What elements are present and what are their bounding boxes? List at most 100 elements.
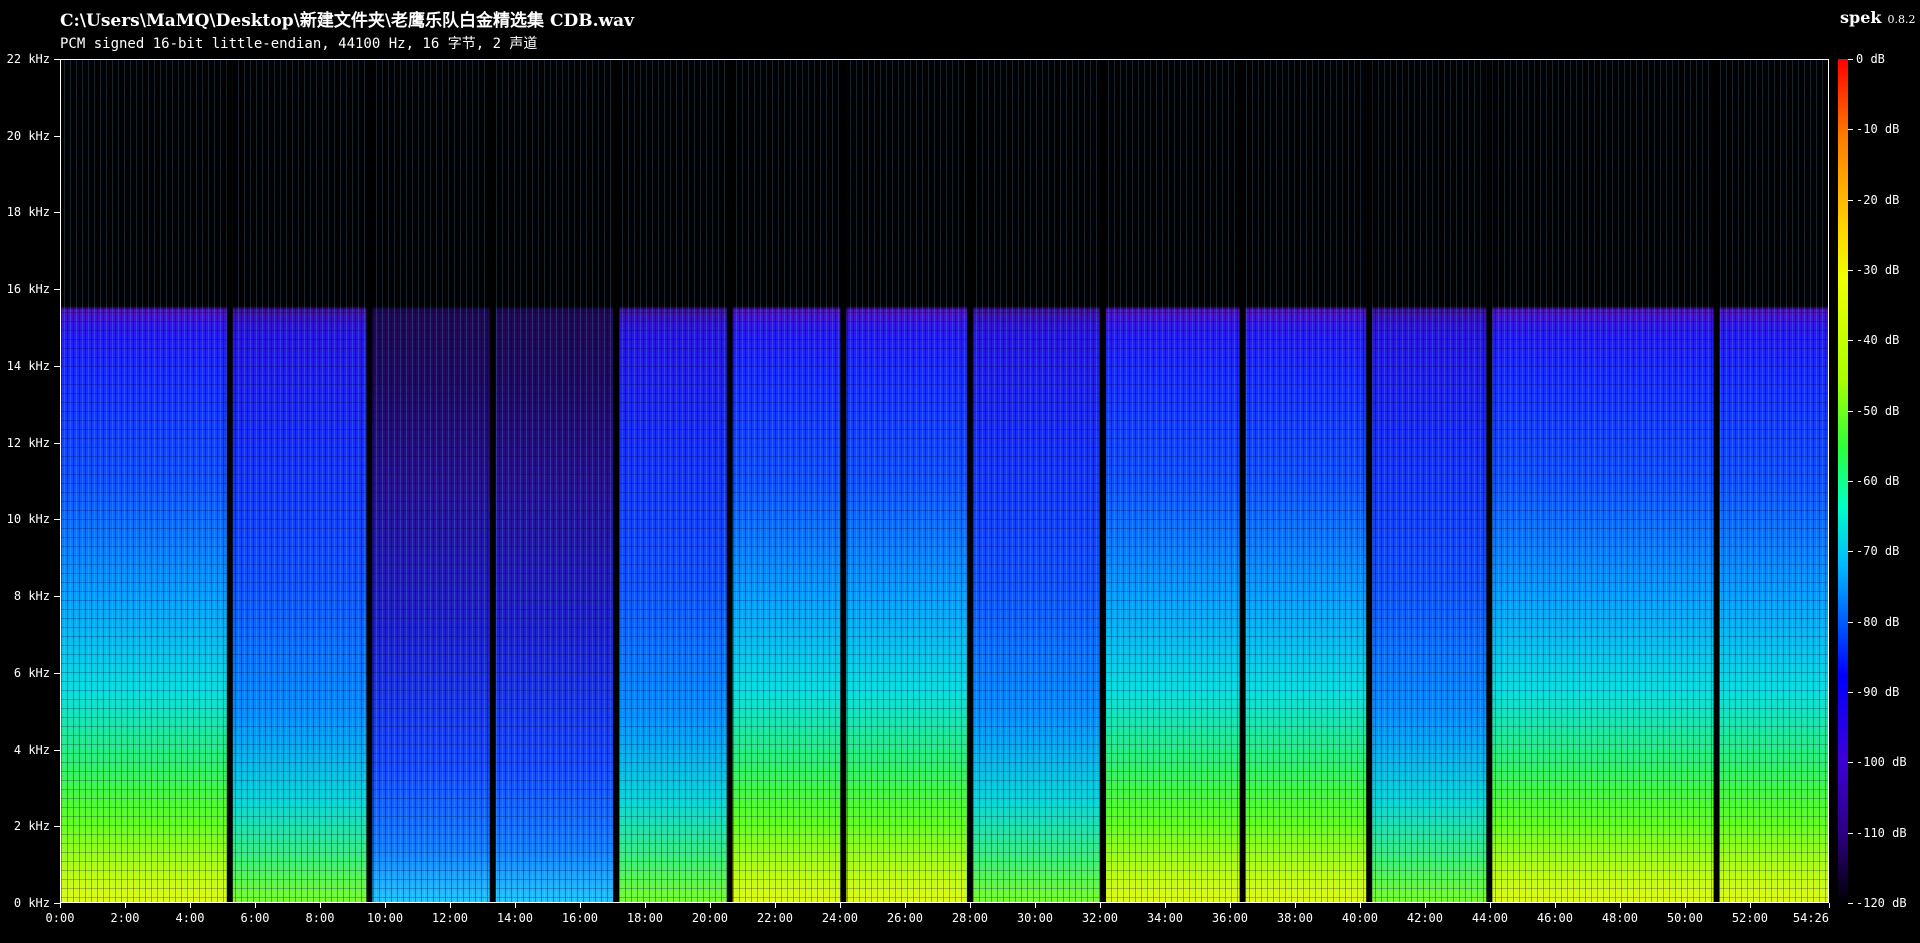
app-name-label: spek 0.8.2 (1840, 8, 1920, 27)
time-tick-label: 2:00 (110, 911, 140, 925)
time-tick-label: 34:00 (1146, 911, 1184, 925)
time-tick-label: 32:00 (1081, 911, 1119, 925)
spectrogram-texture (61, 60, 230, 902)
spectrogram-texture (843, 60, 970, 902)
spectrogram-texture (229, 60, 370, 902)
spectrogram-texture (1242, 60, 1370, 902)
track-gap-line (366, 60, 373, 902)
db-tick-mark (1848, 551, 1853, 552)
time-tick-mark (645, 903, 646, 908)
time-tick-label: 40:00 (1341, 911, 1378, 925)
spectrogram-texture (369, 60, 493, 902)
app-version: 0.8.2 (1887, 13, 1916, 26)
db-tick-mark (1848, 833, 1853, 834)
time-tick-label: 44:00 (1471, 911, 1508, 925)
time-tick-label: 38:00 (1276, 911, 1313, 925)
track-gap-line (1100, 60, 1107, 902)
time-tick-mark (1685, 903, 1686, 908)
db-tick-label: -110 dB (1856, 825, 1907, 840)
track-gap-line (1366, 60, 1373, 902)
db-tick-label: -80 dB (1856, 614, 1900, 629)
time-tick-mark (1360, 903, 1361, 908)
track-gap-line (226, 60, 233, 902)
track-gap-line (1486, 60, 1493, 902)
db-tick-mark (1848, 129, 1853, 130)
freq-tick-label: 20 kHz (6, 128, 50, 143)
time-tick-mark (60, 903, 61, 908)
audio-format-info: PCM signed 16-bit little-endian, 44100 H… (60, 36, 538, 52)
time-tick-mark (515, 903, 516, 908)
freq-tick-label: 4 kHz (13, 742, 50, 757)
track-gap-line (726, 60, 733, 902)
db-tick-mark (1848, 340, 1853, 341)
track-gap-line (1713, 60, 1720, 902)
spectrogram-plot[interactable] (60, 59, 1829, 903)
freq-tick-label: 14 kHz (6, 358, 50, 373)
time-tick-label: 18:00 (626, 911, 664, 925)
db-tick-label: -120 dB (1856, 896, 1907, 910)
time-tick-mark (320, 903, 321, 908)
spectrogram-texture (1369, 60, 1490, 902)
time-tick-label: 6:00 (240, 911, 270, 925)
db-tick-label: -20 dB (1856, 192, 1900, 207)
time-tick-mark (580, 903, 581, 908)
file-path-title: C:\Users\MaMQ\Desktop\新建文件夹\老鹰乐队白金精选集 CD… (60, 11, 635, 31)
db-tick-label: -10 dB (1856, 122, 1900, 137)
time-tick-label: 22:00 (756, 911, 794, 925)
time-tick-label: 30:00 (1016, 911, 1054, 925)
time-tick-mark (710, 903, 711, 908)
spectrogram-texture (1716, 60, 1828, 902)
time-tick-mark (125, 903, 126, 908)
time-tick-mark (1750, 903, 1751, 908)
time-tick-label: 12:00 (431, 911, 469, 925)
time-tick-label: 14:00 (496, 911, 534, 925)
freq-tick-label: 16 kHz (6, 282, 50, 297)
db-tick-mark (1848, 762, 1853, 763)
time-tick-mark (1035, 903, 1036, 908)
time-tick-mark (450, 903, 451, 908)
time-tick-label: 10:00 (366, 911, 404, 925)
db-tick-label: -60 dB (1856, 474, 1900, 488)
time-tick-mark (255, 903, 256, 908)
time-tick-label: 0:00 (45, 911, 75, 925)
time-tick-mark (905, 903, 906, 908)
freq-tick-label: 6 kHz (13, 665, 50, 680)
db-tick-label: 0 dB (1856, 52, 1885, 66)
track-gap-line (613, 60, 620, 902)
db-tick-mark (1848, 692, 1853, 693)
freq-tick-label: 2 kHz (13, 819, 50, 834)
db-tick-mark (1848, 411, 1853, 412)
time-tick-mark (1230, 903, 1231, 908)
time-tick-label: 8:00 (305, 911, 335, 925)
spectrogram-texture (1489, 60, 1717, 902)
time-tick-label: 54:26 (1792, 911, 1829, 925)
time-tick-mark (970, 903, 971, 908)
track-gap-line (489, 60, 496, 902)
time-tick-mark (1165, 903, 1166, 908)
time-tick-mark (1100, 903, 1101, 908)
time-tick-mark (840, 903, 841, 908)
spectrogram-image (61, 60, 1828, 902)
freq-tick-label: 18 kHz (6, 205, 50, 220)
time-tick-label: 42:00 (1406, 911, 1443, 925)
time-tick-mark (190, 903, 191, 908)
freq-tick-label: 0 kHz (13, 896, 50, 910)
spectrogram-texture (729, 60, 844, 902)
track-gap-line (1239, 60, 1246, 902)
time-tick-label: 46:00 (1536, 911, 1573, 925)
time-tick-label: 52:00 (1731, 911, 1768, 925)
db-tick-mark (1848, 622, 1853, 623)
db-tick-mark (1848, 200, 1853, 201)
db-tick-mark (1848, 903, 1853, 904)
app-name: spek (1840, 8, 1882, 27)
db-tick-label: -100 dB (1856, 755, 1907, 770)
db-tick-mark (1848, 481, 1853, 482)
time-tick-mark (1425, 903, 1426, 908)
time-tick-mark (1829, 903, 1830, 908)
time-tick-label: 24:00 (821, 911, 859, 925)
db-tick-label: -40 dB (1856, 333, 1900, 348)
time-tick-mark (1295, 903, 1296, 908)
time-tick-label: 16:00 (561, 911, 599, 925)
db-tick-label: -50 dB (1856, 403, 1900, 418)
time-tick-label: 20:00 (691, 911, 729, 925)
